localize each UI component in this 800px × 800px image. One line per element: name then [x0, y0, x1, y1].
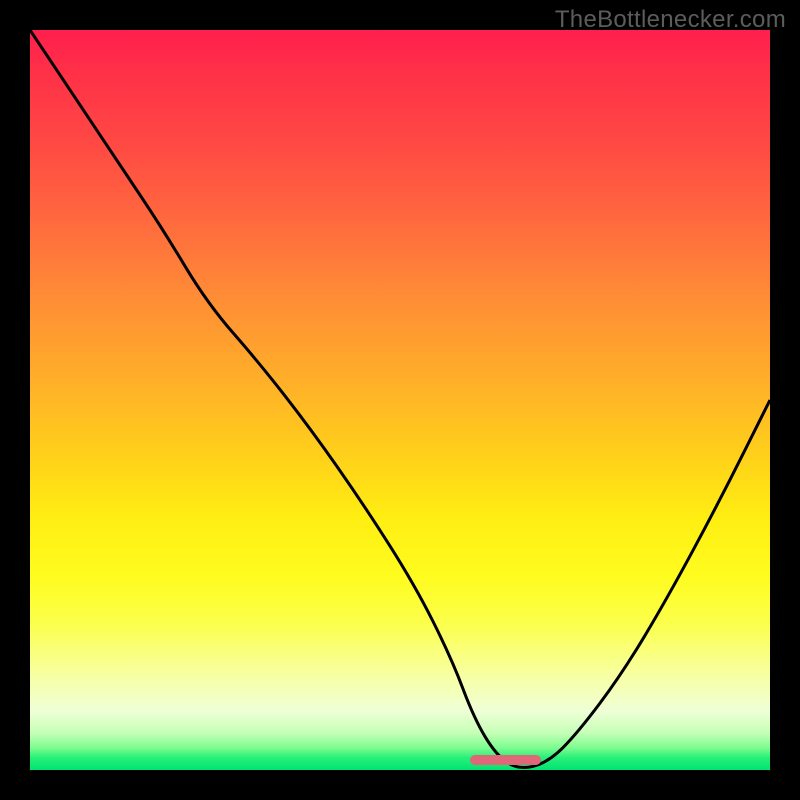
plot-area	[30, 30, 770, 770]
watermark-text: TheBottlenecker.com	[555, 6, 786, 34]
bottleneck-curve-path	[30, 30, 770, 768]
optimal-zone-marker	[470, 755, 540, 765]
chart-stage: TheBottlenecker.com	[0, 0, 800, 800]
bottleneck-curve	[30, 30, 770, 770]
